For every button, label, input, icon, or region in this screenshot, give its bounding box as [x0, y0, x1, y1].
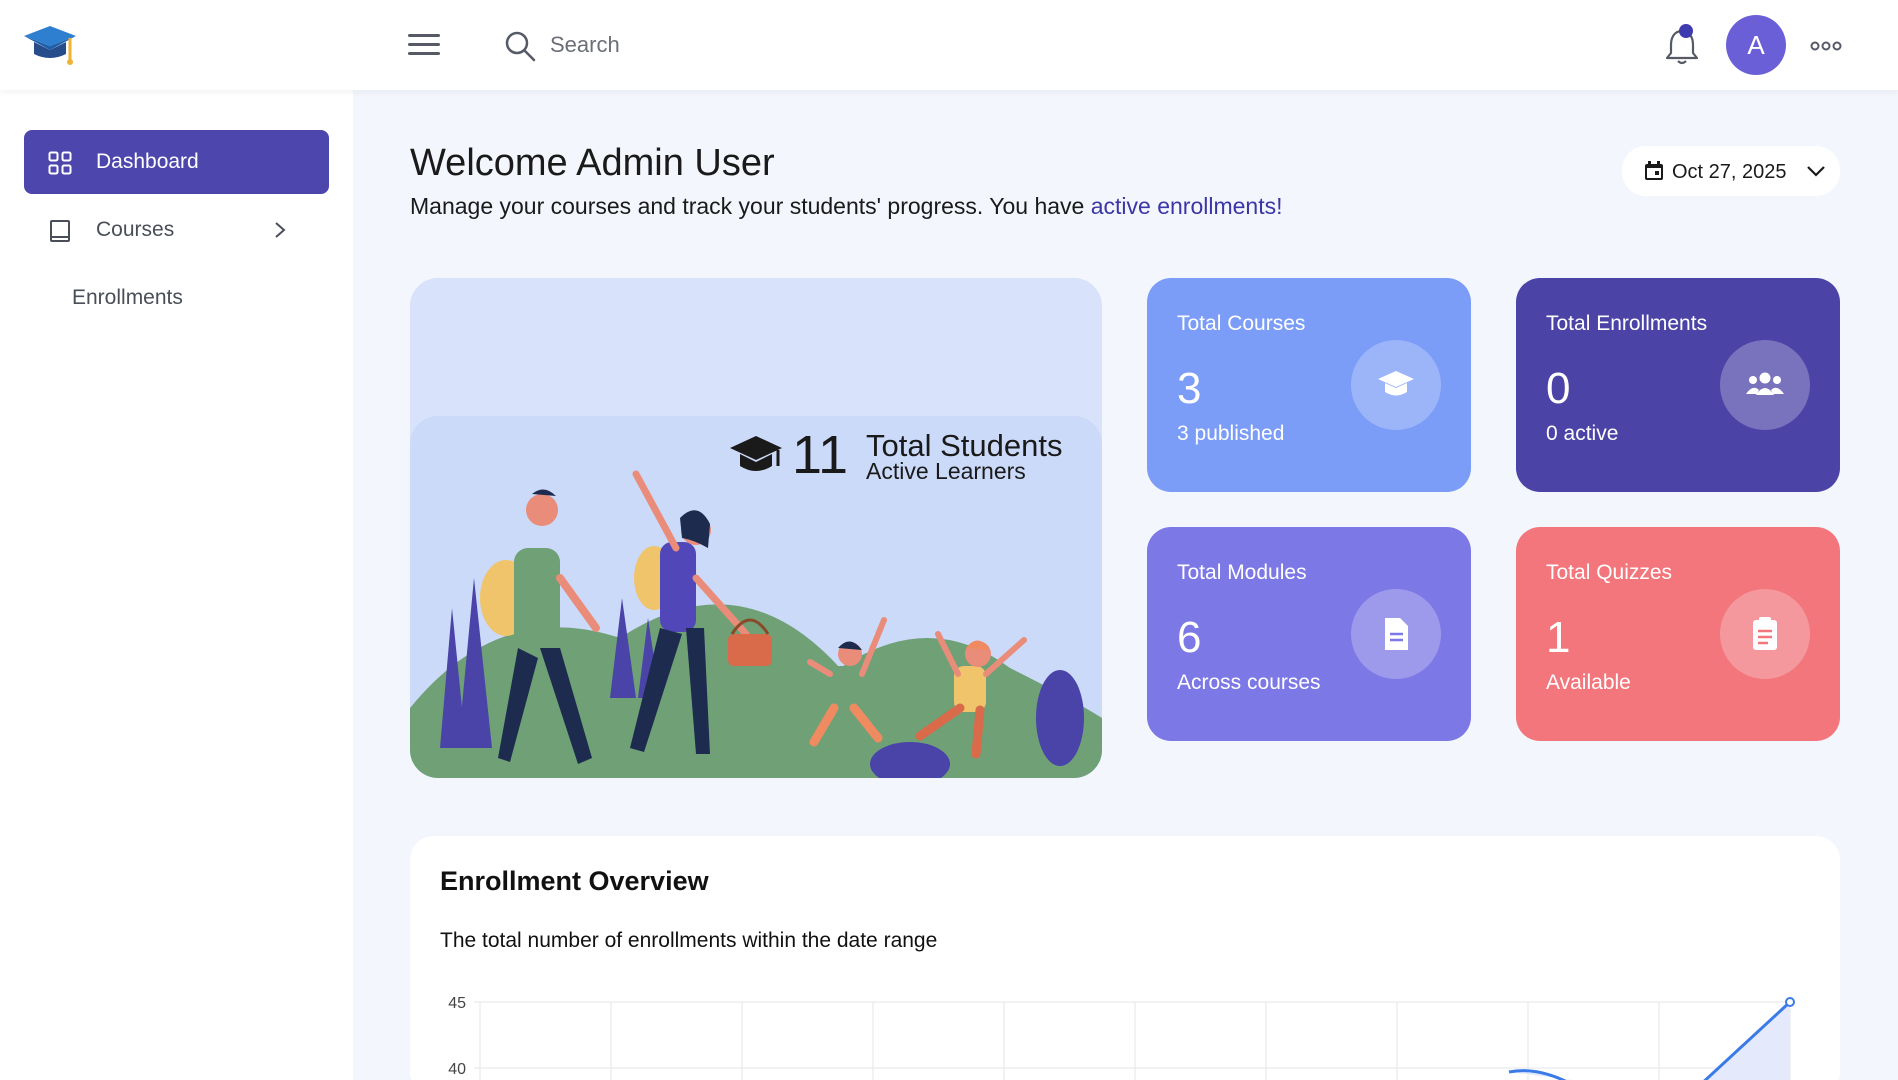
- sidebar-item-label: Courses: [96, 218, 175, 241]
- search-icon[interactable]: [504, 30, 536, 62]
- welcome-subtitle-text: Manage your courses and track your stude…: [410, 193, 1091, 219]
- stat-title: Total Quizzes: [1546, 561, 1673, 584]
- document-icon: [1385, 618, 1408, 650]
- y-tick-label: 45: [448, 995, 466, 1012]
- date-value: Oct 27, 2025: [1672, 161, 1787, 183]
- welcome-subtitle: Manage your courses and track your stude…: [410, 193, 1283, 220]
- enrollment-chart[interactable]: 45 40: [410, 986, 1840, 1080]
- calendar-icon: [1645, 161, 1663, 180]
- stat-card-total-modules[interactable]: Total Modules 6 Across courses: [1147, 527, 1471, 741]
- sidebar-item-courses[interactable]: Courses: [24, 198, 329, 262]
- stat-subtitle: Available: [1546, 671, 1631, 694]
- notification-dot: [1679, 24, 1693, 38]
- chart-title: Enrollment Overview: [440, 866, 709, 896]
- more-options-icon[interactable]: [1810, 36, 1842, 56]
- sidebar-item-dashboard[interactable]: Dashboard: [24, 130, 329, 194]
- hikers-illustration: [410, 470, 1102, 778]
- stat-title: Total Courses: [1177, 312, 1306, 335]
- graduation-cap-logo-icon[interactable]: [22, 20, 78, 70]
- date-picker-button[interactable]: Oct 27, 2025: [1622, 146, 1840, 196]
- stat-value: 1: [1546, 613, 1571, 662]
- total-students-count: 11: [792, 425, 849, 485]
- users-icon: [1746, 372, 1784, 395]
- stat-subtitle: Across courses: [1177, 671, 1321, 694]
- stat-title: Total Enrollments: [1546, 312, 1708, 335]
- graduation-cap-icon: [730, 436, 782, 471]
- active-learners-label: Active Learners: [866, 458, 1026, 484]
- top-bar: A: [0, 0, 1898, 90]
- sidebar-item-enrollments[interactable]: Enrollments: [72, 286, 183, 310]
- sidebar-item-label: Dashboard: [96, 150, 199, 173]
- data-point: [1785, 997, 1795, 1007]
- hamburger-line: [408, 43, 440, 46]
- stat-icon-circle: [1351, 589, 1441, 679]
- stat-value: 0: [1546, 364, 1571, 413]
- hamburger-line: [408, 52, 440, 55]
- user-avatar[interactable]: A: [1726, 15, 1786, 75]
- chevron-down-icon: [1807, 166, 1825, 177]
- students-hero-card: 11 Total Students Active Learners: [410, 278, 1102, 778]
- series-line: [1508, 1069, 1567, 1080]
- stat-icon-circle: [1720, 589, 1810, 679]
- stat-icon-circle: [1720, 340, 1810, 430]
- page-title: Welcome Admin User: [410, 142, 775, 184]
- stat-value: 6: [1177, 613, 1202, 662]
- active-enrollments-link[interactable]: active enrollments!: [1091, 193, 1283, 219]
- search-input[interactable]: [550, 26, 950, 64]
- stat-icon-circle: [1351, 340, 1441, 430]
- chevron-right-icon: [275, 222, 286, 238]
- stat-value: 3: [1177, 364, 1202, 413]
- stat-card-total-courses[interactable]: Total Courses 3 3 published: [1147, 278, 1471, 492]
- stat-title: Total Modules: [1177, 561, 1307, 584]
- stat-card-total-enrollments[interactable]: Total Enrollments 0 0 active: [1516, 278, 1840, 492]
- y-tick-label: 40: [448, 1061, 466, 1078]
- stat-card-total-quizzes[interactable]: Total Quizzes 1 Available: [1516, 527, 1840, 741]
- stat-subtitle: 0 active: [1546, 422, 1619, 445]
- graduation-cap-icon: [1378, 371, 1414, 396]
- grid-icon: [48, 151, 72, 175]
- enrollment-overview-card: Enrollment Overview The total number of …: [410, 836, 1840, 1080]
- book-icon: [50, 220, 70, 242]
- sidebar: Dashboard Courses Enrollments: [0, 90, 353, 1080]
- clipboard-icon: [1753, 617, 1777, 650]
- chart-description: The total number of enrollments within t…: [440, 929, 938, 952]
- menu-toggle-button[interactable]: [408, 34, 440, 58]
- hamburger-line: [408, 34, 440, 37]
- stat-subtitle: 3 published: [1177, 422, 1285, 445]
